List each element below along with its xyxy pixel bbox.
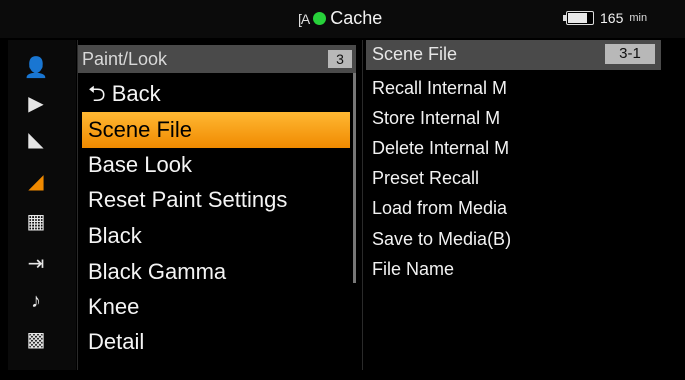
submenu-item[interactable]: Store Internal M [372, 103, 500, 133]
checker-icon[interactable]: ▩ [16, 324, 56, 354]
media-card-icon: [A [298, 10, 310, 27]
submenu-item[interactable]: Recall Internal M [372, 73, 507, 103]
submenu-item[interactable]: Preset Recall [372, 163, 479, 193]
menu-category-sidebar: 👤 ▶ ◣ ◢ ▦ ⇥ ♪ ▩ [8, 40, 76, 370]
output-icon[interactable]: ⇥ [16, 248, 56, 278]
timecode-icon[interactable]: ▦ [16, 206, 56, 236]
battery-level-fill [568, 13, 587, 23]
user-menu-icon[interactable]: 👤 [16, 52, 56, 82]
submenu-title: Scene File [372, 44, 458, 64]
audio-icon[interactable]: ♪ [16, 286, 56, 316]
cache-indicator-icon [313, 12, 327, 25]
menu-number-badge: 3 [328, 50, 352, 68]
submenu-item[interactable]: File Name [372, 254, 454, 284]
battery-minutes: 165 [600, 10, 624, 26]
menu-scrollbar[interactable] [353, 73, 356, 283]
menu-divider [362, 40, 363, 370]
submenu-item[interactable]: Save to Media(B) [372, 224, 511, 254]
submenu-number-badge: 3-1 [605, 44, 655, 64]
battery-status: 165 min [563, 10, 648, 26]
submenu-header: Scene File 3-1 [366, 40, 661, 70]
menu-item[interactable]: Base Look [82, 147, 350, 183]
menu-header: Paint/Look 3 [78, 45, 356, 73]
status-bar: [A Cache 165 min [0, 0, 685, 38]
battery-unit: min [629, 12, 648, 24]
menu-item[interactable]: Knee [82, 289, 350, 325]
submenu-item[interactable]: Load from Media [372, 193, 507, 223]
cache-label: Cache [330, 8, 383, 28]
menu-item[interactable]: Detail [82, 324, 350, 360]
sidebar-divider [77, 40, 78, 370]
paint-look-icon[interactable]: ◢ [16, 166, 56, 196]
submenu-item[interactable]: Delete Internal M [372, 133, 509, 163]
cache-status: [A Cache [298, 8, 382, 29]
menu-item[interactable]: Black [82, 218, 350, 254]
menu-item[interactable]: Black Gamma [82, 254, 350, 290]
battery-icon [563, 11, 594, 25]
clapper-icon[interactable]: ◣ [16, 124, 56, 154]
menu-item[interactable]: Scene File [82, 112, 350, 148]
camera-menu-screen: [A Cache 165 min 👤 ▶ ◣ ◢ ▦ ⇥ ♪ ▩ Paint/Look 3 ⮌… [0, 0, 685, 380]
camera-icon[interactable]: ▶ [16, 88, 56, 118]
menu-item[interactable]: Reset Paint Settings [82, 182, 350, 218]
menu-title: Paint/Look [82, 49, 168, 69]
menu-item[interactable]: ⮌ Back [82, 76, 350, 112]
